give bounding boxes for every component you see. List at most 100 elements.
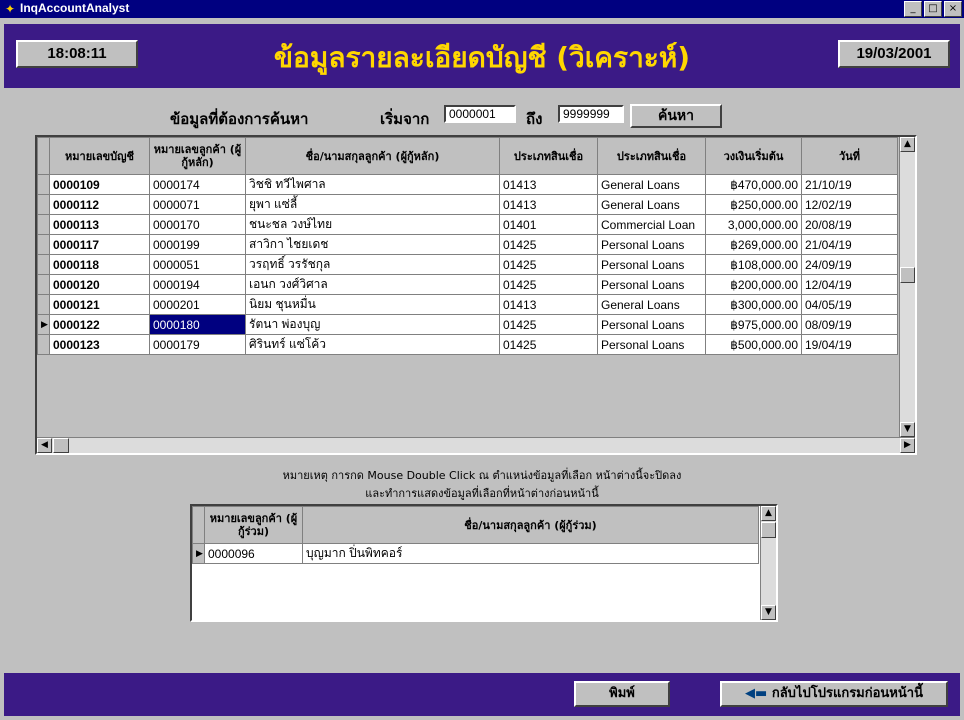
cell-customer-name[interactable]: รัตนา พ่องบุญ bbox=[245, 314, 500, 335]
cell-date[interactable]: 20/08/19 bbox=[801, 214, 898, 235]
scroll-down-icon[interactable]: ▼ bbox=[900, 422, 915, 437]
cell-account-no[interactable]: 0000118 bbox=[49, 254, 150, 275]
cell-customer-no[interactable]: 0000179 bbox=[149, 334, 246, 355]
cell-customer-no[interactable]: 0000051 bbox=[149, 254, 246, 275]
col-account-no[interactable]: หมายเลขบัญชี bbox=[49, 137, 150, 175]
col-loan-type-code[interactable]: ประเภทสินเชื่อ bbox=[499, 137, 598, 175]
co-scroll-thumb[interactable] bbox=[761, 522, 776, 538]
row-indicator[interactable] bbox=[37, 254, 50, 275]
cell-account-no[interactable]: 0000113 bbox=[49, 214, 150, 235]
table-row[interactable]: ▶ 0000122 0000180 รัตนา พ่องบุญ 01425 Persona… bbox=[37, 314, 898, 335]
cell-customer-name[interactable]: นิยม ชุนหมื่น bbox=[245, 294, 500, 315]
cell-customer-name[interactable]: ศิรินทร์ แซ่โค้ว bbox=[245, 334, 500, 355]
cell-customer-no[interactable]: 0000201 bbox=[149, 294, 246, 315]
cell-initial-limit[interactable]: ฿250,000.00 bbox=[705, 194, 802, 215]
cell-loan-type-code[interactable]: 01413 bbox=[499, 294, 598, 315]
cell-account-no[interactable]: 0000122 bbox=[49, 314, 150, 335]
row-indicator[interactable] bbox=[37, 294, 50, 315]
cell-loan-type-code[interactable]: 01413 bbox=[499, 174, 598, 195]
cell-loan-type-code[interactable]: 01425 bbox=[499, 314, 598, 335]
cell-account-no[interactable]: 0000121 bbox=[49, 294, 150, 315]
vertical-scrollbar[interactable]: ▲ ▼ bbox=[899, 137, 915, 437]
co-borrower-grid[interactable]: หมายเลขลูกค้า (ผู้กู้ร่วม) ชื่อ/นามสกุลล… bbox=[190, 504, 778, 622]
cell-account-no[interactable]: 0000109 bbox=[49, 174, 150, 195]
cell-loan-type[interactable]: General Loans bbox=[597, 174, 706, 195]
col-loan-type[interactable]: ประเภทสินเชื่อ bbox=[597, 137, 706, 175]
maximize-button[interactable]: □ bbox=[924, 1, 942, 17]
cell-loan-type-code[interactable]: 01425 bbox=[499, 254, 598, 275]
cell-account-no[interactable]: 0000123 bbox=[49, 334, 150, 355]
table-row[interactable]: 0000121 0000201 นิยม ชุนหมื่น 01413 General … bbox=[37, 294, 898, 315]
cell-customer-no[interactable]: 0000071 bbox=[149, 194, 246, 215]
cell-customer-name[interactable]: วรฤทธิ์ วรรัชกุล bbox=[245, 254, 500, 275]
table-row[interactable]: 0000112 0000071 ยุพา แซ่ลี้ 01413 General Lo… bbox=[37, 194, 898, 215]
co-scroll-up-icon[interactable]: ▲ bbox=[761, 506, 776, 521]
cell-loan-type[interactable]: Personal Loans bbox=[597, 254, 706, 275]
cell-customer-name[interactable]: ยุพา แซ่ลี้ bbox=[245, 194, 500, 215]
cell-loan-type[interactable]: General Loans bbox=[597, 194, 706, 215]
cell-loan-type[interactable]: Personal Loans bbox=[597, 234, 706, 255]
row-indicator[interactable] bbox=[37, 214, 50, 235]
cell-loan-type-code[interactable]: 01413 bbox=[499, 194, 598, 215]
col-co-customer-name[interactable]: ชื่อ/นามสกุลลูกค้า (ผู้กู้ร่วม) bbox=[302, 506, 759, 544]
table-row[interactable]: 0000123 0000179 ศิรินทร์ แซ่โค้ว 01425 Perso… bbox=[37, 334, 898, 355]
cell-date[interactable]: 21/04/19 bbox=[801, 234, 898, 255]
cell-initial-limit[interactable]: ฿200,000.00 bbox=[705, 274, 802, 295]
cell-initial-limit[interactable]: 3,000,000.00 bbox=[705, 214, 802, 235]
close-button[interactable]: × bbox=[944, 1, 962, 17]
cell-date[interactable]: 21/10/19 bbox=[801, 174, 898, 195]
cell-loan-type[interactable]: Personal Loans bbox=[597, 334, 706, 355]
current-row-indicator-icon[interactable]: ▶ bbox=[37, 314, 50, 335]
cell-initial-limit[interactable]: ฿470,000.00 bbox=[705, 174, 802, 195]
co-table-row[interactable]: ▶ 0000096 บุญมาก ปิ่นพิทคอร์ bbox=[192, 543, 759, 564]
cell-customer-no[interactable]: 0000194 bbox=[149, 274, 246, 295]
cell-date[interactable]: 08/09/19 bbox=[801, 314, 898, 335]
scroll-up-icon[interactable]: ▲ bbox=[900, 137, 915, 152]
cell-account-no[interactable]: 0000117 bbox=[49, 234, 150, 255]
cell-loan-type-code[interactable]: 01401 bbox=[499, 214, 598, 235]
table-row[interactable]: 0000117 0000199 สาวิกา ไชยเดช 01425 Personal… bbox=[37, 234, 898, 255]
cell-co-customer-name[interactable]: บุญมาก ปิ่นพิทคอร์ bbox=[302, 543, 759, 564]
row-indicator[interactable] bbox=[37, 274, 50, 295]
cell-date[interactable]: 12/04/19 bbox=[801, 274, 898, 295]
horizontal-scrollbar[interactable]: ◀ ▶ bbox=[37, 437, 915, 453]
cell-date[interactable]: 04/05/19 bbox=[801, 294, 898, 315]
table-row[interactable]: 0000109 0000174 วิชชิ ทวีไพศาล 01413 General… bbox=[37, 174, 898, 195]
cell-loan-type[interactable]: General Loans bbox=[597, 294, 706, 315]
cell-loan-type-code[interactable]: 01425 bbox=[499, 334, 598, 355]
cell-co-customer-no[interactable]: 0000096 bbox=[204, 543, 303, 564]
back-button[interactable]: ◀▬ กลับไปโปรแกรมก่อนหน้านี้ bbox=[720, 681, 948, 707]
cell-loan-type[interactable]: Personal Loans bbox=[597, 274, 706, 295]
col-customer-name[interactable]: ชื่อ/นามสกุลลูกค้า (ผู้กู้หลัก) bbox=[245, 137, 500, 175]
search-button[interactable]: ค้นหา bbox=[630, 104, 722, 128]
cell-customer-name[interactable]: วิชชิ ทวีไพศาล bbox=[245, 174, 500, 195]
co-vertical-scrollbar[interactable]: ▲ ▼ bbox=[760, 506, 776, 620]
co-current-row-indicator-icon[interactable]: ▶ bbox=[192, 543, 205, 564]
cell-initial-limit[interactable]: ฿500,000.00 bbox=[705, 334, 802, 355]
scroll-thumb[interactable] bbox=[900, 267, 915, 283]
cell-date[interactable]: 12/02/19 bbox=[801, 194, 898, 215]
cell-customer-name[interactable]: สาวิกา ไชยเดช bbox=[245, 234, 500, 255]
cell-customer-no[interactable]: 0000174 bbox=[149, 174, 246, 195]
cell-loan-type-code[interactable]: 01425 bbox=[499, 234, 598, 255]
table-row[interactable]: 0000113 0000170 ชนะชล วงษ์ไทย 01401 Commerci… bbox=[37, 214, 898, 235]
from-input[interactable] bbox=[444, 105, 516, 123]
row-indicator[interactable] bbox=[37, 234, 50, 255]
cell-customer-no[interactable]: 0000199 bbox=[149, 234, 246, 255]
cell-customer-name[interactable]: ชนะชล วงษ์ไทย bbox=[245, 214, 500, 235]
print-button[interactable]: พิมพ์ bbox=[574, 681, 670, 707]
col-customer-no[interactable]: หมายเลขลูกค้า (ผู้กู้หลัก) bbox=[149, 137, 246, 175]
cell-account-no[interactable]: 0000120 bbox=[49, 274, 150, 295]
cell-loan-type[interactable]: Commercial Loan bbox=[597, 214, 706, 235]
row-indicator[interactable] bbox=[37, 334, 50, 355]
cell-account-no[interactable]: 0000112 bbox=[49, 194, 150, 215]
table-row[interactable]: 0000118 0000051 วรฤทธิ์ วรรัชกุล 01425 Perso… bbox=[37, 254, 898, 275]
col-co-customer-no[interactable]: หมายเลขลูกค้า (ผู้กู้ร่วม) bbox=[204, 506, 303, 544]
row-indicator[interactable] bbox=[37, 174, 50, 195]
cell-initial-limit[interactable]: ฿269,000.00 bbox=[705, 234, 802, 255]
h-scroll-thumb[interactable] bbox=[53, 438, 69, 453]
to-input[interactable] bbox=[558, 105, 624, 123]
col-initial-limit[interactable]: วงเงินเริ่มต้น bbox=[705, 137, 802, 175]
cell-customer-no[interactable]: 0000170 bbox=[149, 214, 246, 235]
cell-customer-name[interactable]: เอนก วงศ์วิศาล bbox=[245, 274, 500, 295]
